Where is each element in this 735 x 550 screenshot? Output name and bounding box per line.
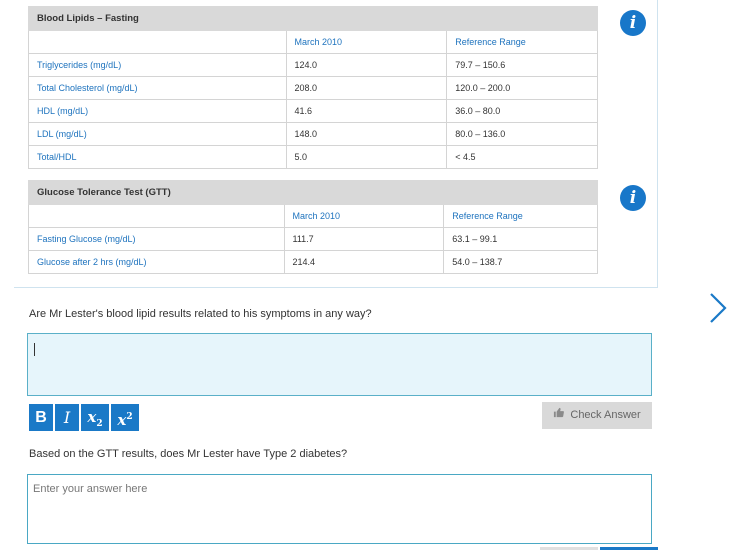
blood-lipids-table: Blood Lipids – Fasting March 2010 Refere…	[28, 6, 598, 169]
reference-range: 54.0 – 138.7	[443, 250, 598, 274]
table-title: Blood Lipids – Fasting	[28, 6, 598, 31]
test-name: LDL (mg/dL)	[28, 122, 287, 146]
test-value: 148.0	[285, 122, 448, 146]
column-header-date: March 2010	[283, 204, 445, 228]
table-row: Glucose after 2 hrs (mg/dL) 214.4 54.0 –…	[28, 250, 598, 274]
test-value: 214.4	[283, 250, 445, 274]
answer-2-field[interactable]: Enter your answer here	[27, 474, 652, 544]
table-row: HDL (mg/dL) 41.6 36.0 – 80.0	[28, 99, 598, 123]
reference-range: 120.0 – 200.0	[446, 76, 598, 100]
italic-button[interactable]: I	[55, 404, 79, 431]
test-name: HDL (mg/dL)	[28, 99, 287, 123]
chevron-right-icon[interactable]	[705, 290, 729, 326]
test-name: Glucose after 2 hrs (mg/dL)	[28, 250, 285, 274]
table-title: Glucose Tolerance Test (GTT)	[28, 180, 598, 205]
bold-button[interactable]: B	[29, 404, 53, 431]
info-icon[interactable]: i	[620, 185, 646, 211]
column-header-reference: Reference Range	[443, 204, 598, 228]
question-2-text: Based on the GTT results, does Mr Lester…	[29, 448, 348, 460]
table-row: LDL (mg/dL) 148.0 80.0 – 136.0	[28, 122, 598, 146]
superscript-button[interactable]: x2	[111, 404, 139, 431]
answer-1-field[interactable]	[27, 333, 652, 396]
column-header-date: March 2010	[285, 30, 448, 54]
table-row: Total Cholesterol (mg/dL) 208.0 120.0 – …	[28, 76, 598, 100]
test-name: Fasting Glucose (mg/dL)	[28, 227, 285, 251]
test-value: 208.0	[285, 76, 448, 100]
info-icon[interactable]: i	[620, 10, 646, 36]
test-value: 5.0	[285, 145, 448, 169]
text-cursor	[34, 343, 35, 356]
test-value: 41.6	[285, 99, 448, 123]
table-row: Fasting Glucose (mg/dL) 111.7 63.1 – 99.…	[28, 227, 598, 251]
reference-range: 80.0 – 136.0	[446, 122, 598, 146]
test-name: Triglycerides (mg/dL)	[28, 53, 287, 77]
check-answer-label: Check Answer	[570, 409, 641, 421]
table-title-row: Glucose Tolerance Test (GTT)	[28, 180, 598, 205]
column-header-reference: Reference Range	[446, 30, 598, 54]
check-answer-button[interactable]: Check Answer	[542, 402, 652, 429]
reference-range: < 4.5	[446, 145, 598, 169]
answer-2-placeholder: Enter your answer here	[33, 483, 148, 495]
subscript-button[interactable]: x2	[81, 404, 109, 431]
format-toolbar: B I x2 x2	[29, 404, 139, 431]
reference-range: 63.1 – 99.1	[443, 227, 598, 251]
table-title-row: Blood Lipids – Fasting	[28, 6, 598, 31]
test-name: Total/HDL	[28, 145, 287, 169]
test-value: 111.7	[283, 227, 445, 251]
table-row: Total/HDL 5.0 < 4.5	[28, 145, 598, 169]
test-value: 124.0	[285, 53, 448, 77]
thumbs-up-icon	[553, 402, 565, 429]
gtt-table: Glucose Tolerance Test (GTT) March 2010 …	[28, 180, 598, 274]
test-name: Total Cholesterol (mg/dL)	[28, 76, 287, 100]
reference-range: 36.0 – 80.0	[446, 99, 598, 123]
table-header-row: March 2010 Reference Range	[28, 204, 598, 228]
table-header-row: March 2010 Reference Range	[28, 30, 598, 54]
table-row: Triglycerides (mg/dL) 124.0 79.7 – 150.6	[28, 53, 598, 77]
reference-range: 79.7 – 150.6	[446, 53, 598, 77]
question-1-text: Are Mr Lester's blood lipid results rela…	[29, 308, 372, 320]
